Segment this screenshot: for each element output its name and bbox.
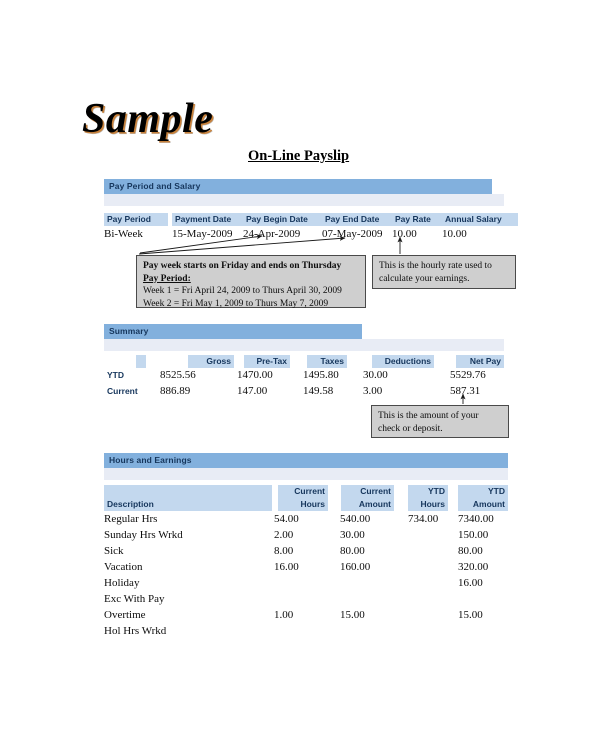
cell-current-amount: 30.00 [340,529,365,541]
callout-hourly-rate-text: This is the hourly rate used to calculat… [379,261,492,284]
col-header-current-hours-line1: Current [278,485,328,498]
col-header-gross: Gross [188,355,234,368]
value-pay-period: Bi-Week [104,228,143,240]
callout-pay-week-line1: Pay week starts on Friday and ends on Th… [143,261,342,271]
cell-current-hours: 16.00 [274,561,299,573]
col-header-ytd-hours-line1: YTD [408,485,448,498]
cell-current-hours: 2.00 [274,529,294,541]
col-header-description: Description [107,499,154,509]
summary-ytd-taxes: 1495.80 [303,369,339,381]
callout-pay-week-line2: Pay Period: [143,273,191,284]
section-subbar-hours-earnings [104,468,508,480]
callout-hourly-rate: This is the hourly rate used to calculat… [372,255,516,289]
col-header-current-hours-line2: Hours [278,498,328,511]
section-header-pay-period: Pay Period and Salary [104,179,492,194]
col-header-current-amount-line1: Current [341,485,394,498]
summary-current-pre-tax: 147.00 [237,385,268,397]
row-header-ytd: YTD [107,370,124,380]
callout-pay-week: Pay week starts on Friday and ends on Th… [136,255,366,309]
table-row: Sunday Hrs Wrkd [104,529,183,541]
cell-current-amount: 540.00 [340,513,371,525]
sample-watermark: Sample [82,96,214,142]
summary-current-net-pay: 587.31 [450,385,481,397]
col-header-pay-end-date: Pay End Date [322,213,396,226]
callout-pay-week-line4: Week 2 = Fri May 1, 2009 to Thurs May 7,… [143,298,329,309]
col-header-ytd-amount-line1: YTD [458,485,508,498]
col-header-pre-tax: Pre-Tax [244,355,290,368]
cell-ytd-amount: 320.00 [458,561,489,573]
cell-ytd-amount: 150.00 [458,529,489,541]
cell-current-hours: 1.00 [274,609,294,621]
table-row: Exc With Pay [104,593,165,605]
value-pay-begin-date: 24-Apr-2009 [243,228,301,240]
cell-current-amount: 15.00 [340,609,365,621]
arrow-to-pay-end-date [138,235,346,255]
value-pay-end-date: 07-May-2009 [322,228,383,240]
summary-ytd-pre-tax: 1470.00 [237,369,273,381]
cell-ytd-amount: 7340.00 [458,513,494,525]
col-header-deductions: Deductions [372,355,434,368]
page-title: On-Line Payslip [248,148,350,164]
col-header-pay-begin-date: Pay Begin Date [243,213,327,226]
table-row: Sick [104,545,124,557]
summary-ytd-net-pay: 5529.76 [450,369,486,381]
col-header-current-amount-line2: Amount [341,498,394,511]
section-header-hours-earnings: Hours and Earnings [104,453,508,468]
summary-current-taxes: 149.58 [303,385,334,397]
payslip-document: Sample On-Line Payslip Pay Period and Sa… [0,0,600,730]
value-pay-rate: 10.00 [392,228,417,240]
cell-ytd-amount: 15.00 [458,609,483,621]
table-row: Hol Hrs Wrkd [104,625,167,637]
table-row: Vacation [104,561,143,573]
col-header-payment-date: Payment Date [172,213,248,226]
col-header-taxes: Taxes [307,355,347,368]
summary-current-deductions: 3.00 [363,385,383,397]
section-header-summary: Summary [104,324,362,339]
row-header-current: Current [107,386,138,396]
cell-ytd-hours: 734.00 [408,513,439,525]
section-subbar-summary [104,339,504,351]
callout-pay-week-line3: Week 1 = Fri April 24, 2009 to Thurs Apr… [143,286,342,296]
col-header-net-pay: Net Pay [456,355,504,368]
col-header-ytd-amount-line2: Amount [458,498,508,511]
value-payment-date: 15-May-2009 [172,228,233,240]
cell-ytd-amount: 16.00 [458,577,483,589]
col-header-ytd-hours-line2: Hours [408,498,448,511]
value-annual-salary: 10.00 [442,228,467,240]
summary-ytd-gross: 8525.56 [160,369,196,381]
cell-current-amount: 160.00 [340,561,371,573]
section-subbar-pay-period [104,194,504,206]
table-row: Overtime [104,609,146,621]
summary-current-gross: 886.89 [160,385,191,397]
callout-net-pay: This is the amount of your check or depo… [371,405,509,438]
cell-current-amount: 80.00 [340,545,365,557]
col-header-summary-blank [136,355,146,368]
cell-ytd-amount: 80.00 [458,545,483,557]
cell-current-hours: 8.00 [274,545,294,557]
summary-ytd-deductions: 30.00 [363,369,388,381]
callout-net-pay-text: This is the amount of your check or depo… [378,411,479,434]
table-row: Holiday [104,577,140,589]
cell-current-hours: 54.00 [274,513,299,525]
col-header-pay-rate: Pay Rate [392,213,444,226]
col-header-annual-salary: Annual Salary [442,213,518,226]
table-row: Regular Hrs [104,513,158,525]
col-header-pay-period: Pay Period [104,213,168,226]
